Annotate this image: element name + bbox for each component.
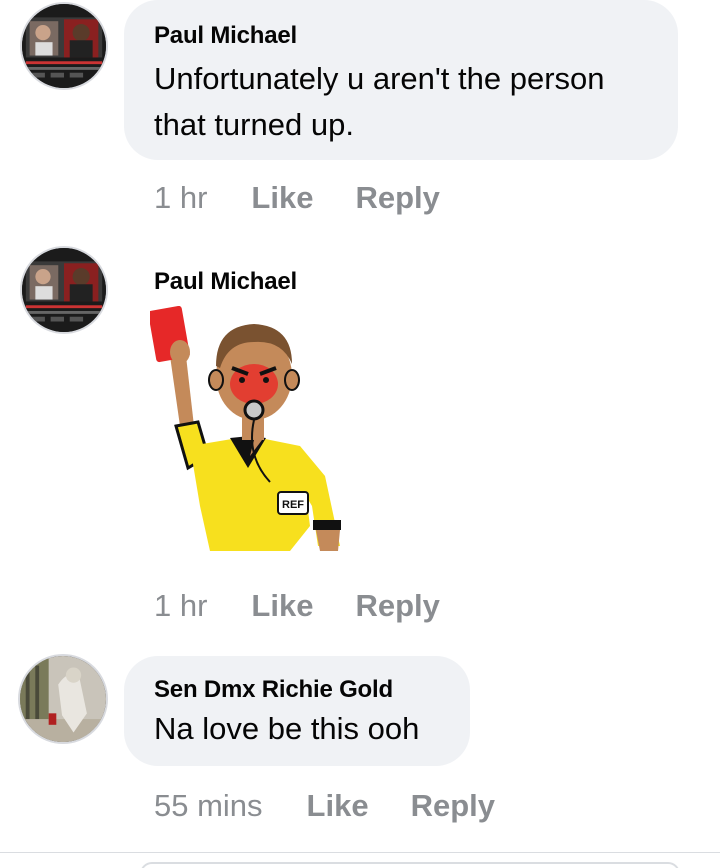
video-thumbnail-avatar-icon — [22, 248, 106, 332]
video-thumbnail-avatar-icon — [22, 4, 106, 88]
referee-red-card-icon[interactable]: REF — [148, 305, 350, 556]
comment-author[interactable]: Paul Michael — [154, 22, 678, 50]
comment-author[interactable]: Sen Dmx Richie Gold — [154, 676, 470, 704]
photo-avatar-icon — [20, 656, 106, 742]
avatar[interactable] — [20, 2, 108, 90]
comment-text: Na love be this ooh — [154, 706, 470, 752]
like-button[interactable]: Like — [307, 788, 369, 824]
comment-timestamp[interactable]: 55 mins — [154, 788, 263, 824]
sticker-badge-label: REF — [282, 499, 304, 511]
divider — [0, 852, 720, 853]
comment-text-line: Unfortunately u aren't the person — [154, 61, 605, 96]
comment-text: Unfortunately u aren't the person that t… — [154, 56, 678, 148]
comment-thread: Paul Michael Unfortunately u aren't the … — [0, 0, 720, 868]
comment-actions: 1 hr Like Reply — [154, 588, 440, 624]
avatar[interactable] — [20, 246, 108, 334]
comment-text-line: Na love be this ooh — [154, 711, 420, 746]
comment-bubble[interactable]: Paul Michael Unfortunately u aren't the … — [124, 0, 678, 160]
reply-button[interactable]: Reply — [355, 588, 439, 624]
comment-timestamp[interactable]: 1 hr — [154, 588, 207, 624]
comment-timestamp[interactable]: 1 hr — [154, 180, 207, 216]
avatar[interactable] — [18, 654, 108, 744]
like-button[interactable]: Like — [251, 588, 313, 624]
comment-bubble[interactable]: Sen Dmx Richie Gold Na love be this ooh — [124, 656, 470, 766]
comment-author[interactable]: Paul Michael — [154, 268, 297, 296]
like-button[interactable]: Like — [251, 180, 313, 216]
comment-actions: 55 mins Like Reply — [154, 788, 495, 824]
comment-text-line: that turned up. — [154, 107, 354, 142]
comment-composer-input[interactable] — [140, 862, 680, 868]
comment-actions: 1 hr Like Reply — [154, 180, 440, 216]
reply-button[interactable]: Reply — [355, 180, 439, 216]
reply-button[interactable]: Reply — [411, 788, 495, 824]
